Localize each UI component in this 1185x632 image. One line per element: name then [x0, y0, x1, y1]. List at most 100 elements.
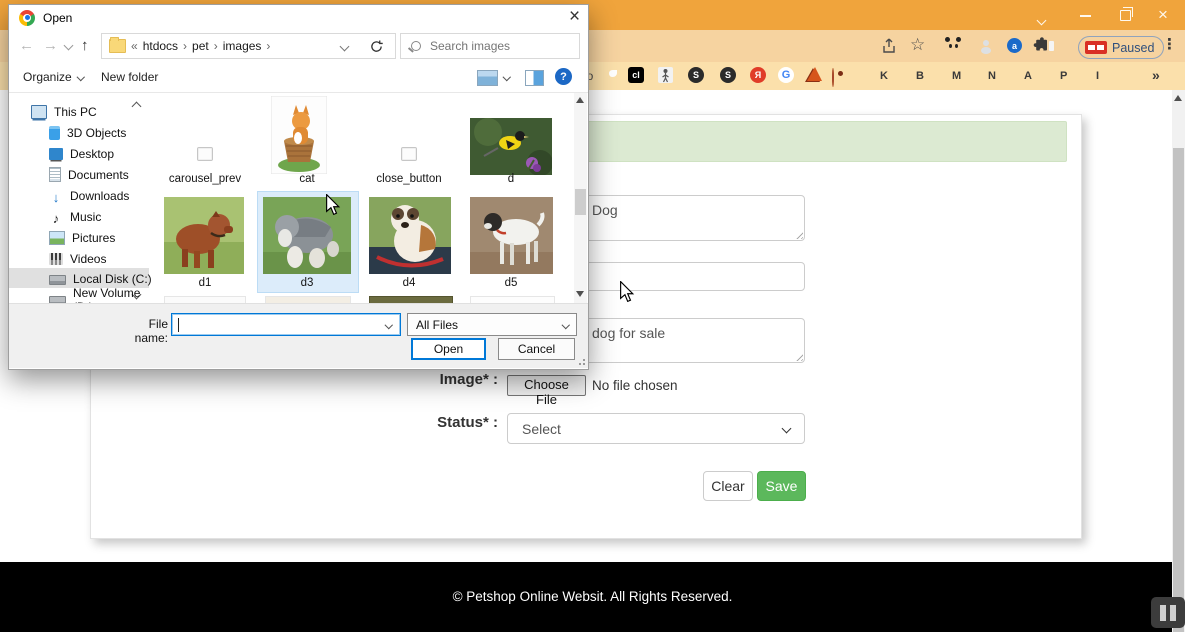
close-window-button[interactable]: × [1158, 7, 1168, 22]
extensions-puzzle-icon[interactable] [1033, 37, 1050, 54]
file-list-scrollbar[interactable] [574, 93, 587, 303]
resize-grip[interactable] [577, 357, 585, 365]
status-select[interactable]: Select [507, 413, 805, 444]
view-thumbnails-icon[interactable] [477, 70, 498, 86]
tab-search-chevron-icon[interactable] [1038, 12, 1045, 27]
preview-pane-icon[interactable] [525, 70, 544, 86]
address-dropdown-chevron[interactable] [340, 42, 350, 52]
sidebar-item-desktop[interactable]: Desktop [49, 143, 114, 164]
file-thumbnail-partial[interactable] [369, 296, 453, 303]
bookmark-matlab-favicon[interactable] [807, 67, 822, 81]
dialog-close-button[interactable]: × [569, 6, 580, 28]
disk-drive-icon [49, 275, 66, 285]
file-type-select[interactable]: All Files [407, 313, 577, 336]
file-thumbnail-close-button[interactable] [401, 147, 417, 161]
file-thumbnail-partial[interactable] [164, 296, 246, 303]
file-label[interactable]: d1 [157, 277, 253, 289]
no-file-chosen-text: No file chosen [592, 378, 678, 393]
browser-menu-kebab-icon[interactable]: ⋮ [1162, 35, 1177, 53]
file-label[interactable]: d [463, 173, 559, 185]
document-icon [49, 167, 61, 182]
file-label[interactable]: cat [259, 173, 355, 185]
file-list-scrollbar-thumb[interactable] [575, 189, 586, 215]
save-button[interactable]: Save [757, 471, 806, 501]
restore-button[interactable] [1120, 10, 1131, 21]
bookmark-letter[interactable]: I [1096, 70, 1099, 82]
paused-extension-badge[interactable]: Paused [1078, 36, 1164, 59]
sidebar-scroll-up-icon[interactable] [132, 102, 142, 112]
forward-arrow-icon[interactable]: → [43, 37, 58, 54]
search-input[interactable] [428, 38, 562, 54]
bookmark-letter[interactable]: M [952, 70, 961, 82]
file-thumbnail-d1[interactable] [164, 197, 244, 274]
breadcrumb-htdocs[interactable]: htdocs [143, 39, 178, 53]
back-arrow-icon[interactable]: ← [19, 37, 34, 54]
picture-icon [49, 231, 65, 245]
sidebar-item-pictures[interactable]: Pictures [49, 227, 115, 248]
sidebar-item-videos[interactable]: Videos [49, 248, 106, 269]
bookmark-letter[interactable]: B [916, 70, 924, 82]
sidebar-item-music[interactable]: ♪Music [49, 206, 101, 227]
film-icon [49, 253, 63, 265]
bookmark-letter[interactable]: A [1024, 70, 1032, 82]
file-thumbnail-cat[interactable] [271, 96, 327, 174]
open-button[interactable]: Open [411, 338, 486, 360]
sidebar-item-documents[interactable]: Documents [49, 164, 129, 185]
bookmarks-overflow-chevron[interactable]: » [1152, 67, 1160, 83]
bookmark-s1-favicon[interactable]: S [688, 67, 704, 83]
file-list: carousel_prev cat close_button [155, 93, 574, 303]
chevron-down-icon[interactable] [384, 321, 392, 329]
bookmark-yandex-favicon[interactable]: Я [750, 67, 766, 83]
file-thumbnail-d5[interactable] [470, 197, 553, 274]
page-scrollbar-thumb[interactable] [1173, 148, 1184, 632]
sidebar-item-downloads[interactable]: ↓Downloads [49, 185, 129, 206]
a-extension-icon[interactable]: a [1007, 38, 1022, 53]
pause-overlay-button[interactable] [1151, 597, 1185, 628]
choose-file-button[interactable]: Choose File [507, 375, 586, 396]
clear-button[interactable]: Clear [703, 471, 753, 501]
scroll-up-arrow[interactable] [1174, 95, 1182, 101]
sidebar-item-3d-objects[interactable]: 3D Objects [49, 122, 126, 143]
breadcrumb-pet[interactable]: pet [192, 39, 209, 53]
breadcrumb-images[interactable]: images [223, 39, 262, 53]
bookmark-letter[interactable]: P [1060, 70, 1067, 82]
status-field-label: Status* : [380, 414, 498, 431]
file-label[interactable]: d3 [259, 277, 355, 289]
file-name-combobox[interactable] [171, 313, 401, 336]
up-arrow-icon[interactable]: ↑ [81, 37, 89, 54]
file-label[interactable]: d5 [463, 277, 559, 289]
bookmark-figure-favicon[interactable] [658, 67, 673, 83]
view-options-chevron[interactable] [503, 73, 511, 81]
history-chevron-icon[interactable] [64, 41, 74, 51]
bookmark-google-favicon[interactable]: G [778, 67, 794, 83]
file-label[interactable]: close_button [361, 173, 457, 185]
sidebar-item-this-pc[interactable]: This PC [31, 101, 97, 122]
file-thumbnail-carousel-prev[interactable] [197, 147, 213, 161]
bookmark-cl-favicon[interactable]: cl [628, 67, 644, 83]
bookmark-letter[interactable]: K [880, 70, 888, 82]
sidebar-label: Desktop [70, 147, 114, 161]
help-icon[interactable]: ? [555, 68, 572, 85]
share-icon[interactable] [880, 37, 898, 55]
bookmark-eye-favicon[interactable] [832, 68, 834, 87]
file-label[interactable]: d4 [361, 277, 457, 289]
breadcrumb-chevrons[interactable]: « [126, 39, 143, 53]
scroll-down-arrow[interactable] [576, 291, 584, 297]
bookmark-s2-favicon[interactable]: S [720, 67, 736, 83]
file-thumbnail-partial[interactable] [470, 296, 555, 303]
file-thumbnail-d4[interactable] [369, 197, 451, 274]
search-box[interactable] [400, 33, 580, 59]
file-thumbnail-d[interactable] [470, 118, 552, 175]
new-folder-button[interactable]: New folder [101, 70, 158, 84]
file-thumbnail-partial[interactable] [265, 296, 351, 303]
cancel-button[interactable]: Cancel [498, 338, 575, 360]
file-label[interactable]: carousel_prev [157, 173, 253, 185]
address-bar[interactable]: « htdocs › pet › images › [101, 33, 359, 59]
refresh-button[interactable] [358, 33, 396, 59]
scroll-up-arrow[interactable] [576, 97, 584, 103]
bookmark-star-icon[interactable]: ☆ [910, 35, 925, 55]
bookmark-letter[interactable]: N [988, 70, 996, 82]
organize-menu[interactable]: Organize [23, 70, 83, 84]
minimize-button[interactable] [1080, 15, 1091, 17]
file-thumbnail-d3[interactable] [263, 197, 351, 274]
